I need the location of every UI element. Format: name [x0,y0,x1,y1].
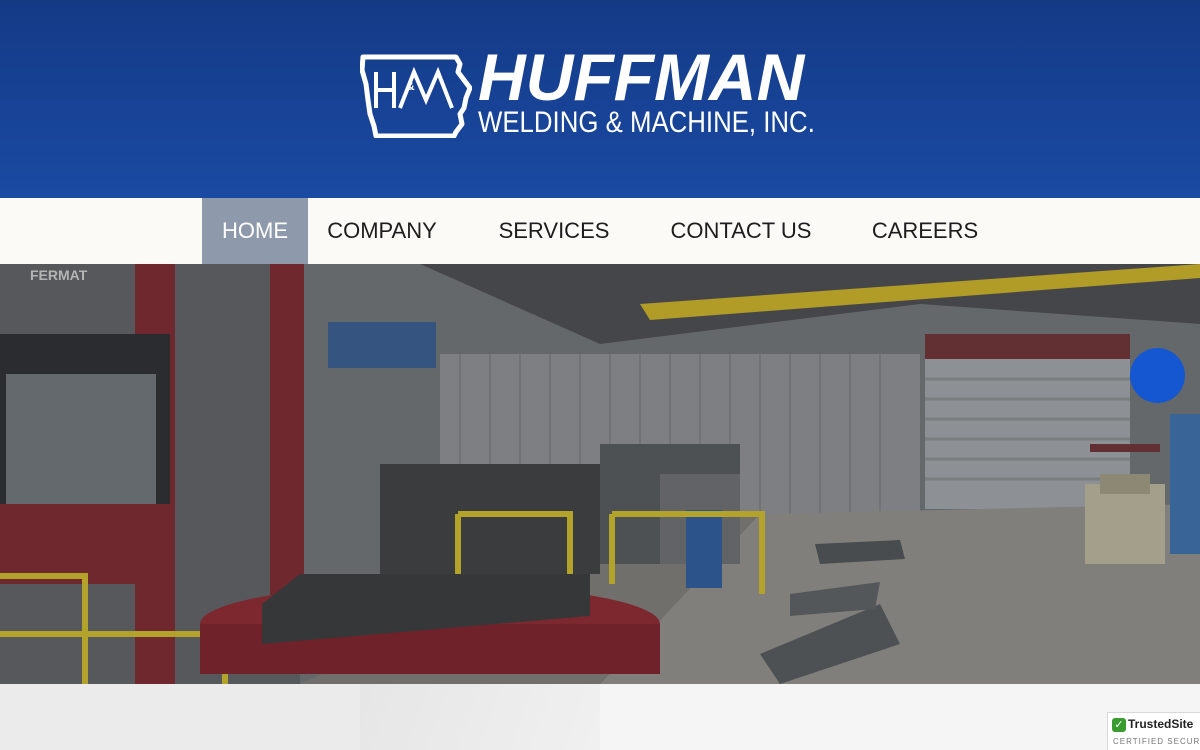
hero-banner-image: FERMAT [0,264,1200,684]
nav-item-careers[interactable]: CAREERS [862,198,988,264]
company-tagline: WELDING & MACHINE, INC. [478,106,815,139]
main-navigation: HOME COMPANY SERVICES CONTACT US CAREERS [0,198,1200,264]
trustedsite-badge[interactable]: ✓ TrustedSite CERTIFIED SECURE [1107,712,1200,750]
nav-item-home[interactable]: HOME [202,198,308,264]
svg-text:&: & [406,79,415,93]
badge-title: TrustedSite [1128,717,1194,731]
iowa-hm-logo-icon: & [360,54,472,138]
site-header: & HUFFMAN WELDING & MACHINE, INC. [0,0,1200,198]
checkmark-icon: ✓ [1112,718,1126,732]
company-logo[interactable]: & HUFFMAN WELDING & MACHINE, INC. [360,44,840,142]
company-name: HUFFMAN [478,40,805,114]
hero-overlay [0,264,1200,684]
decorative-shape [360,684,600,750]
badge-subtitle: CERTIFIED SECURE [1113,737,1200,746]
nav-item-contact-us[interactable]: CONTACT US [660,198,822,264]
content-section [0,684,1200,750]
nav-item-company[interactable]: COMPANY [316,198,448,264]
chat-bubble-icon[interactable] [1130,348,1185,403]
nav-item-services[interactable]: SERVICES [488,198,620,264]
